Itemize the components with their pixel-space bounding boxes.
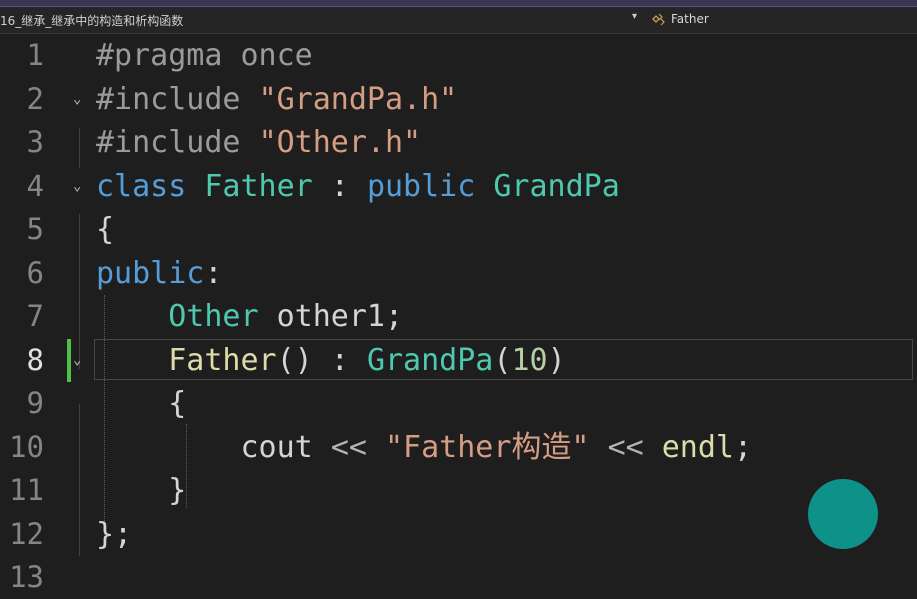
line-number: 7 — [26, 299, 44, 333]
line-number: 12 — [9, 516, 44, 551]
code-line[interactable]: 4 ⌄ class Father : public GrandPa — [0, 165, 917, 208]
code-editor[interactable]: 1 #pragma once 2 ⌄ #include "GrandPa.h" 3 #inc… — [0, 34, 917, 594]
code-token: Other — [168, 299, 259, 334]
code-token: } — [96, 473, 187, 508]
code-token: "Other.h" — [258, 125, 422, 160]
change-indicator — [67, 338, 71, 382]
code-token: { — [96, 386, 187, 421]
code-token: () : — [276, 342, 367, 378]
fold-chevron-icon[interactable]: ⌄ — [73, 339, 87, 382]
line-number: 2 — [26, 81, 44, 116]
code-line[interactable]: 1 #pragma once — [0, 34, 917, 77]
code-token: 10 — [511, 342, 548, 378]
line-number: 5 — [26, 212, 44, 246]
fold-chevron-icon[interactable]: ⌄ — [73, 78, 87, 121]
title-accent-strip — [0, 0, 917, 7]
code-token: ) — [547, 342, 566, 378]
line-number: 11 — [9, 473, 44, 507]
class-dropdown[interactable]: Father — [651, 11, 709, 27]
line-number: 8 — [26, 342, 44, 377]
code-text[interactable]: } — [96, 469, 186, 512]
line-number: 9 — [26, 386, 44, 420]
overlay-circle — [808, 479, 878, 549]
code-token: { — [96, 212, 115, 247]
class-icon — [652, 13, 665, 26]
code-token: }; — [96, 516, 133, 552]
code-text[interactable]: #include "Other.h" — [96, 121, 421, 164]
code-text[interactable]: { — [96, 208, 114, 251]
class-name: Father — [671, 12, 709, 26]
code-token: ; — [734, 429, 753, 465]
code-line[interactable]: 5{ — [0, 208, 917, 251]
code-token: endl — [661, 429, 734, 465]
code-line[interactable]: 6 public: — [0, 252, 917, 295]
code-line[interactable]: 3 #include "Other.h" — [0, 121, 917, 164]
code-token: Father — [204, 168, 313, 204]
code-line[interactable]: 8 ⌄ Father() : GrandPa(10) — [0, 338, 917, 382]
code-text[interactable]: class Father : public GrandPa — [96, 165, 620, 208]
code-text[interactable]: Other other1; — [96, 295, 403, 338]
code-token: "GrandPa.h" — [258, 81, 458, 117]
code-line[interactable]: 11 } — [0, 469, 917, 512]
code-text[interactable]: Father() : GrandPa(10) — [96, 339, 566, 382]
code-line[interactable]: 2 ⌄ #include "GrandPa.h" — [0, 78, 917, 121]
code-token: Father — [168, 342, 277, 378]
code-token: #include — [96, 81, 259, 117]
project-dropdown[interactable]: 16_继承_继承中的构造和析构函数 — [0, 12, 600, 29]
line-number: 1 — [26, 38, 44, 72]
code-token: #pragma once — [96, 38, 313, 73]
code-token: other1; — [258, 299, 404, 334]
navigation-bar: 16_继承_继承中的构造和析构函数 ▾ Father — [0, 7, 917, 34]
code-token: public — [96, 255, 205, 291]
code-text[interactable]: }; — [96, 513, 132, 556]
code-text[interactable]: #include "GrandPa.h" — [96, 78, 457, 121]
code-text[interactable]: public: — [96, 252, 222, 295]
line-number: 4 — [26, 168, 44, 203]
code-token: cout — [96, 429, 331, 465]
code-line[interactable]: 7 Other other1; — [0, 295, 917, 338]
fold-chevron-icon[interactable]: ⌄ — [73, 165, 87, 208]
code-text[interactable]: cout << "Father构造" << endl; — [96, 426, 752, 469]
code-token: : — [312, 168, 367, 204]
code-token: public — [366, 168, 494, 204]
code-text[interactable]: #pragma once — [96, 34, 313, 77]
code-text[interactable]: { — [96, 382, 186, 425]
code-line[interactable]: 12}; — [0, 513, 917, 556]
code-token: ( — [493, 342, 512, 378]
line-number: 13 — [9, 560, 44, 594]
code-token: : — [204, 255, 223, 291]
code-token: #include — [96, 125, 259, 160]
code-token: GrandPa — [493, 168, 620, 204]
code-token: "Father构造" — [385, 429, 590, 465]
code-token: class — [96, 168, 205, 204]
code-token: << — [330, 429, 367, 465]
code-line[interactable]: 13 — [0, 556, 917, 599]
code-line[interactable]: 10 cout << "Father构造" << endl; — [0, 426, 917, 469]
code-token: GrandPa — [366, 342, 494, 378]
code-token: << — [607, 429, 644, 465]
scope-dropdown-icon[interactable]: ▾ — [632, 11, 637, 22]
line-number: 3 — [26, 125, 44, 159]
line-number: 6 — [26, 255, 44, 290]
code-line[interactable]: 9 { — [0, 382, 917, 425]
line-number: 10 — [9, 429, 44, 464]
